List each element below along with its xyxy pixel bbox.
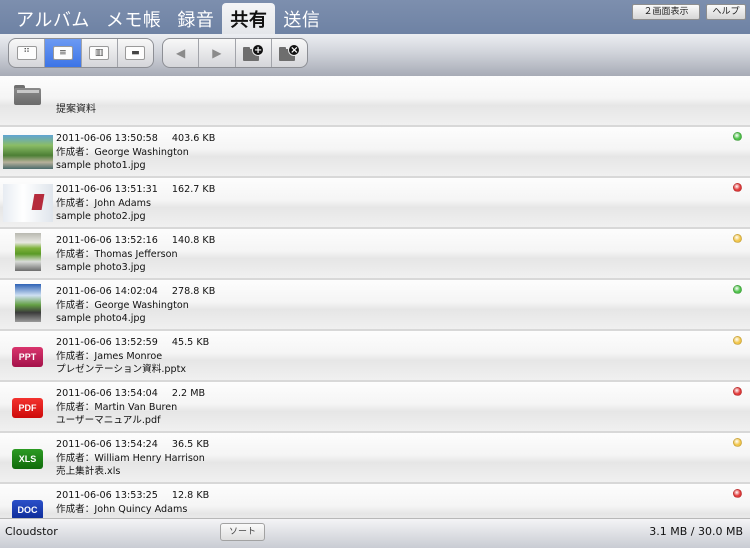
back-button[interactable]: ◀ <box>163 39 200 67</box>
file-meta: 2011-06-06 13:52:16 140.8 KB 作成者：Thomas J… <box>56 234 215 275</box>
split-view-button[interactable]: ２画面表示 <box>632 4 700 20</box>
arrow-left-icon: ◀ <box>176 46 186 60</box>
file-meta: 2011-06-06 13:50:58 403.6 KB 作成者：George W… <box>56 132 215 173</box>
status-dot-icon <box>733 132 742 141</box>
status-dot-icon <box>733 234 742 243</box>
folder-icon <box>14 84 41 105</box>
arrow-right-icon: ▶ <box>212 46 222 60</box>
tab-shared[interactable]: 共有 <box>222 3 276 34</box>
columns-icon: ▥ <box>89 46 110 60</box>
ppt-file-icon: PPT <box>12 347 43 367</box>
tab-memo[interactable]: メモ帳 <box>98 3 170 34</box>
file-meta: 2011-06-06 13:51:31 162.7 KB 作成者：John Ada… <box>56 183 215 224</box>
photo-thumbnail <box>3 135 53 169</box>
file-size: 140.8 KB <box>171 235 216 246</box>
storage-usage: 3.1 MB / 30.0 MB <box>649 525 743 538</box>
file-date: 2011-06-06 13:54:24 <box>56 439 158 450</box>
file-meta: 2011-06-06 13:54:24 36.5 KB 作成者：William H… <box>56 438 209 479</box>
tab-album[interactable]: アルバム <box>8 3 98 34</box>
photo-thumbnail <box>3 184 53 222</box>
folder-name: 提案資料 <box>56 104 96 115</box>
bottom-bar: Cloudstor ソート 3.1 MB / 30.0 MB <box>0 518 750 548</box>
photo-thumbnail <box>15 284 41 322</box>
grid-icon: ⠛ <box>16 46 37 60</box>
view-mode-segmented-control: ⠛ ≡ ▥ ▬ <box>8 38 154 68</box>
top-tab-bar: アルバム メモ帳 録音 共有 送信 ２画面表示 ヘルプ <box>0 0 750 34</box>
grid-view-button[interactable]: ⠛ <box>9 39 46 67</box>
file-name: 売上集計表.xls <box>56 466 121 477</box>
file-name: sample photo1.jpg <box>56 160 146 171</box>
file-name: sample photo3.jpg <box>56 262 146 273</box>
folder-delete-icon: × <box>277 44 301 62</box>
file-author: 作成者：John Quincy Adams <box>56 503 188 515</box>
file-author: 作成者：Martin Van Buren <box>56 401 178 413</box>
file-name: ユーザーマニュアル.pdf <box>56 415 161 426</box>
status-dot-icon <box>733 336 742 345</box>
file-date: 2011-06-06 13:54:04 <box>56 388 158 399</box>
file-row[interactable]: PPT 2011-06-06 13:52:59 45.5 KB 作成者：James… <box>0 331 750 382</box>
file-author: 作成者：Thomas Jefferson <box>56 248 178 260</box>
app-name: Cloudstor <box>5 525 58 538</box>
file-row[interactable]: DOC 2011-06-06 13:53:25 12.8 KB 作成者：John … <box>0 484 750 518</box>
file-author: 作成者：George Washington <box>56 146 189 158</box>
tab-send[interactable]: 送信 <box>275 3 328 34</box>
file-row[interactable]: 2011-06-06 13:51:31 162.7 KB 作成者：John Ada… <box>0 178 750 229</box>
tab-recording[interactable]: 録音 <box>169 3 222 34</box>
file-size: 12.8 KB <box>171 490 210 501</box>
file-meta: 2011-06-06 13:53:25 12.8 KB 作成者：John Quin… <box>56 489 209 516</box>
file-date: 2011-06-06 13:50:58 <box>56 133 158 144</box>
main-tabs: アルバム メモ帳 録音 共有 送信 <box>8 3 328 34</box>
navigation-segmented-control: ◀ ▶ + × <box>162 38 308 68</box>
file-size: 36.5 KB <box>171 439 210 450</box>
status-dot-icon <box>733 285 742 294</box>
file-date: 2011-06-06 13:52:16 <box>56 235 158 246</box>
file-list[interactable]: 提案資料 2011-06-06 13:50:58 403.6 KB 作成者：Geo… <box>0 76 750 518</box>
file-meta: 2011-06-06 13:54:04 2.2 MB 作成者：Martin Van… <box>56 387 205 428</box>
filmstrip-icon: ▬ <box>125 46 146 60</box>
status-dot-icon <box>733 489 742 498</box>
pdf-file-icon: PDF <box>12 398 43 418</box>
file-name: プレゼンテーション資料.pptx <box>56 364 187 375</box>
status-dot-icon <box>733 438 742 447</box>
file-author: 作成者：William Henry Harrison <box>56 452 205 464</box>
doc-file-icon: DOC <box>12 500 43 518</box>
xls-file-icon: XLS <box>12 449 43 469</box>
list-view-button[interactable]: ≡ <box>45 39 82 67</box>
file-name: sample photo4.jpg <box>56 313 146 324</box>
delete-folder-button[interactable]: × <box>272 39 307 67</box>
file-date: 2011-06-06 13:52:59 <box>56 337 158 348</box>
status-dot-icon <box>733 183 742 192</box>
file-author: 作成者：James Monroe <box>56 350 163 362</box>
file-date: 2011-06-06 13:51:31 <box>56 184 158 195</box>
file-row[interactable]: 2011-06-06 13:50:58 403.6 KB 作成者：George W… <box>0 127 750 178</box>
file-size: 403.6 KB <box>171 133 216 144</box>
file-size: 278.8 KB <box>171 286 216 297</box>
folder-add-icon: + <box>241 44 265 62</box>
file-row[interactable]: PDF 2011-06-06 13:54:04 2.2 MB 作成者：Martin… <box>0 382 750 433</box>
file-name: sample photo2.jpg <box>56 211 146 222</box>
file-meta: 2011-06-06 13:52:59 45.5 KB 作成者：James Mon… <box>56 336 209 377</box>
file-meta: 2011-06-06 14:02:04 278.8 KB 作成者：George W… <box>56 285 215 326</box>
folder-row[interactable]: 提案資料 <box>0 76 750 127</box>
file-date: 2011-06-06 14:02:04 <box>56 286 158 297</box>
column-view-button[interactable]: ▥ <box>82 39 118 67</box>
file-row[interactable]: 2011-06-06 14:02:04 278.8 KB 作成者：George W… <box>0 280 750 331</box>
filmstrip-view-button[interactable]: ▬ <box>118 39 153 67</box>
toolbar: ⠛ ≡ ▥ ▬ ◀ ▶ + × <box>0 34 750 76</box>
file-author: 作成者：John Adams <box>56 197 151 209</box>
list-icon: ≡ <box>52 46 73 60</box>
photo-thumbnail <box>15 233 41 271</box>
file-row[interactable]: 2011-06-06 13:52:16 140.8 KB 作成者：Thomas J… <box>0 229 750 280</box>
status-dot-icon <box>733 387 742 396</box>
file-date: 2011-06-06 13:53:25 <box>56 490 158 501</box>
file-size: 45.5 KB <box>171 337 210 348</box>
file-row[interactable]: XLS 2011-06-06 13:54:24 36.5 KB 作成者：Willi… <box>0 433 750 484</box>
file-size: 162.7 KB <box>171 184 216 195</box>
forward-button[interactable]: ▶ <box>199 39 236 67</box>
file-size: 2.2 MB <box>171 388 206 399</box>
help-button[interactable]: ヘルプ <box>706 4 746 20</box>
add-folder-button[interactable]: + <box>236 39 272 67</box>
file-author: 作成者：George Washington <box>56 299 189 311</box>
sort-button[interactable]: ソート <box>220 523 265 541</box>
